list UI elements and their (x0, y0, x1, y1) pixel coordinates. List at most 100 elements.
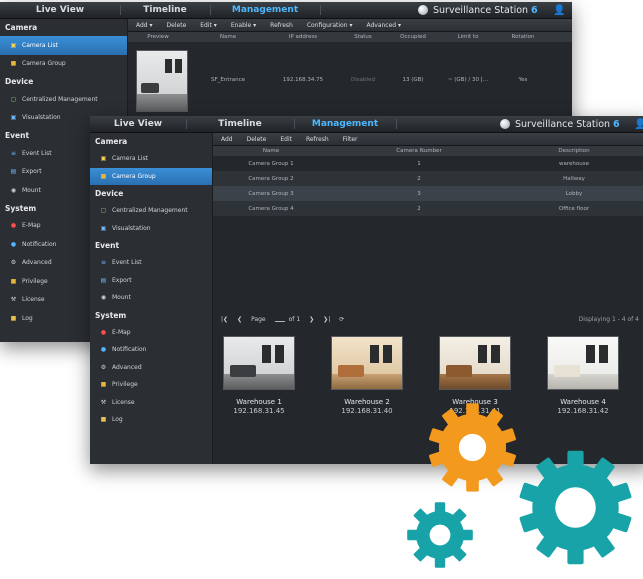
sidebar-item-export[interactable]: ▤ Export (90, 272, 212, 290)
sidebar-item-event-list[interactable]: ≡ Event List (90, 254, 212, 272)
sidebar-item-camera-list[interactable]: ▣ Camera List (90, 150, 212, 168)
next-page-icon[interactable]: ❯ (309, 316, 314, 323)
edit-button[interactable]: Edit (280, 136, 292, 143)
tab-timeline[interactable]: Timeline (186, 116, 294, 132)
column-header-occupied[interactable]: Occupied (388, 34, 438, 40)
table-row[interactable]: SF_Entrance 192.168.34.75 Disabled 13 (G… (128, 42, 572, 117)
sidebar-item-label: Visualstation (112, 224, 151, 232)
key-icon: ⚒ (10, 296, 17, 304)
sidebar-item-label: Visualstation (22, 114, 61, 122)
tab-live-view[interactable]: Live View (0, 2, 120, 18)
camera-thumbnail-image[interactable] (223, 336, 295, 390)
column-header-name[interactable]: Name (213, 148, 329, 154)
cell-ip: 192.168.34.75 (282, 76, 324, 83)
cell-number: 1 (417, 160, 421, 167)
sidebar-item-label: Notification (112, 346, 147, 354)
emap-icon: ● (100, 328, 107, 336)
sidebar-item-label: E-Map (22, 222, 41, 230)
tab-management[interactable]: Management (210, 2, 320, 18)
tab-management[interactable]: Management (294, 116, 396, 132)
sidebar-item-label: Log (22, 314, 33, 322)
sidebar-item-label: Mount (112, 294, 131, 302)
sidebar-section-device: Device (5, 77, 34, 86)
sidebar-item-e-map[interactable]: ● E-Map (90, 324, 212, 342)
brand-version: 6 (613, 118, 620, 130)
list-icon: ≡ (100, 259, 107, 267)
enable-button-label: Enable (230, 21, 252, 29)
thumbnail-ip: 192.168.31.42 (557, 407, 609, 415)
sidebar-item-camera-list[interactable]: ▣ Camera List (0, 36, 127, 55)
table-row[interactable]: Camera Group 2 2 Hallway (213, 171, 643, 186)
table-row[interactable]: Camera Group 3 3 Lobby (213, 186, 643, 201)
sidebar-section-device: Device (95, 189, 124, 198)
column-header-limit-to[interactable]: Limit to (438, 34, 498, 40)
brand-logo-icon (500, 119, 510, 129)
table-row[interactable]: Camera Group 4 2 Office floor (213, 201, 643, 216)
first-page-icon[interactable]: |❮ (221, 316, 228, 323)
tab-live-view[interactable]: Live View (90, 116, 186, 132)
display-icon: ▣ (10, 114, 17, 122)
sidebar-item-advanced[interactable]: ⚙ Advanced (90, 359, 212, 377)
sidebar-item-mount[interactable]: ◉ Mount (90, 289, 212, 307)
refresh-button[interactable]: Refresh (306, 136, 329, 143)
refresh-icon[interactable]: ⟳ (339, 316, 344, 323)
camera-thumbnail-image[interactable] (547, 336, 619, 390)
column-header-rotation[interactable]: Rotation (498, 34, 548, 40)
sidebar-item-label: Privilege (22, 277, 48, 285)
column-header-preview[interactable]: Preview (128, 34, 188, 40)
camera-thumbnail-image[interactable] (439, 336, 511, 390)
cell-description: warehouse (559, 160, 589, 167)
prev-page-icon[interactable]: ❮ (237, 316, 242, 323)
monitor-icon: ▢ (10, 95, 17, 103)
edit-button[interactable]: Edit ▾ (200, 22, 217, 29)
user-icon[interactable]: 👤 (634, 116, 643, 132)
sidebar-item-label: E-Map (112, 328, 131, 336)
thumbnail-ip: 192.168.31.40 (341, 407, 393, 415)
back-toolbar: Add ▾ Delete Edit ▾ Enable ▾ Refresh Configur… (128, 19, 572, 32)
advanced-button[interactable]: Advanced ▾ (366, 22, 401, 29)
thumbnail-name: Warehouse 1 (236, 398, 282, 406)
camera-thumbnail-image[interactable] (331, 336, 403, 390)
log-icon: ■ (100, 416, 107, 424)
display-count: Displaying 1 - 4 of 4 (578, 315, 639, 323)
tab-timeline[interactable]: Timeline (120, 2, 210, 18)
column-header-status[interactable]: Status (338, 34, 388, 40)
sidebar-item-privilege[interactable]: ■ Privilege (90, 376, 212, 394)
gear-icon: ⚙ (100, 363, 107, 371)
large-teal-gear-icon (519, 450, 632, 565)
column-header-ip-address[interactable]: IP address (268, 34, 338, 40)
sidebar-item-log[interactable]: ■ Log (90, 411, 212, 429)
add-button[interactable]: Add (221, 136, 233, 143)
column-header-name[interactable]: Name (188, 34, 268, 40)
chevron-down-icon: ▾ (147, 21, 153, 29)
column-header-camera-number[interactable]: Camera Number (329, 148, 509, 154)
user-icon[interactable]: 👤 (553, 2, 565, 18)
top-nav-bar: Live View Timeline Management Surveillan… (90, 116, 643, 133)
sidebar-item-centralized-management[interactable]: ▢ Centralized Management (0, 90, 127, 109)
page-input[interactable] (274, 316, 285, 322)
chevron-down-icon: ▾ (251, 21, 257, 29)
sidebar-section-event: Event (95, 241, 120, 250)
sidebar-item-camera-group[interactable]: ■ Camera Group (0, 55, 127, 74)
column-header-description[interactable]: Description (509, 148, 639, 154)
delete-button[interactable]: Delete (167, 22, 187, 29)
last-page-icon[interactable]: ❯| (323, 316, 330, 323)
gear-icon: ⚙ (10, 259, 17, 267)
enable-button[interactable]: Enable ▾ (231, 22, 256, 29)
delete-button[interactable]: Delete (247, 136, 267, 143)
sidebar-item-label: Advanced (112, 363, 142, 371)
sidebar-item-license[interactable]: ⚒ License (90, 394, 212, 412)
table-row[interactable]: Camera Group 1 1 warehouse (213, 156, 643, 171)
sidebar-item-centralized-management[interactable]: ▢ Centralized Management (90, 202, 212, 220)
refresh-button[interactable]: Refresh (270, 22, 293, 29)
filter-button[interactable]: Filter (343, 136, 358, 143)
sidebar-item-visualstation[interactable]: ▣ Visualstation (90, 220, 212, 238)
thumbnail-ip: 192.168.31.45 (233, 407, 285, 415)
sidebar-item-notification[interactable]: ● Notification (90, 341, 212, 359)
cell-occupied: 13 (GB) (402, 76, 424, 83)
sidebar-section-system: System (95, 310, 127, 320)
sidebar-item-camera-group[interactable]: ■ Camera Group (90, 167, 212, 185)
configuration-button[interactable]: Configuration ▾ (307, 22, 353, 29)
add-button[interactable]: Add ▾ (136, 22, 153, 29)
cell-limit: ~ (GB) / 30 [... (447, 76, 489, 83)
